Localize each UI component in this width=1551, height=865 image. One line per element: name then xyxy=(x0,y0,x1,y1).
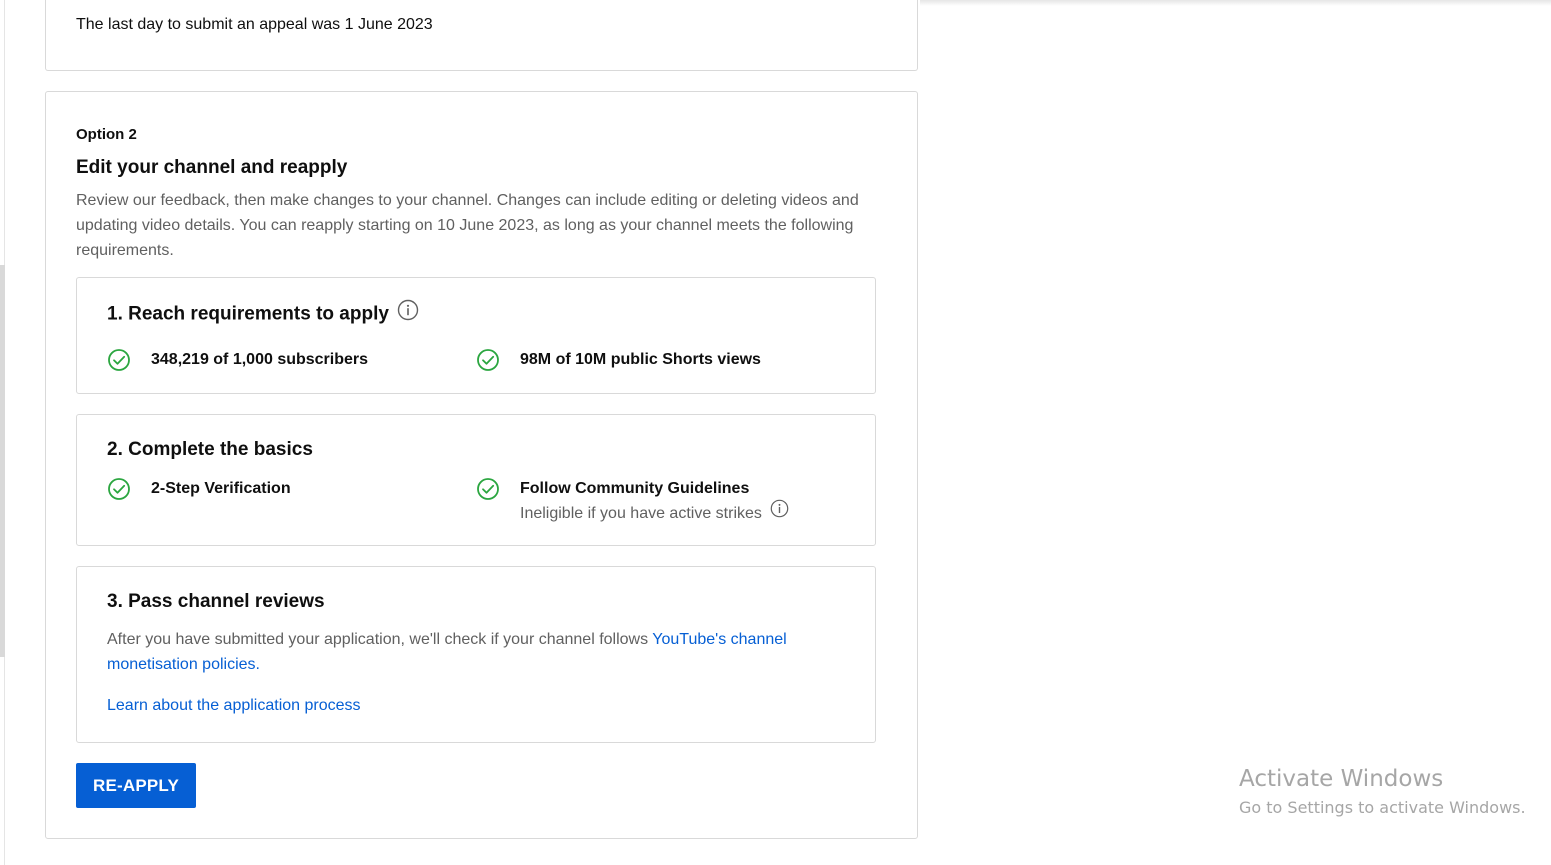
header-shadow xyxy=(920,0,1551,6)
requirement-item-subtext: Ineligible if you have active strikes xyxy=(520,499,789,526)
option-2-card: Option 2 Edit your channel and reapply R… xyxy=(45,91,918,839)
info-icon[interactable] xyxy=(770,499,789,526)
watermark-subtitle: Go to Settings to activate Windows. xyxy=(1239,798,1526,817)
requirement-item-text: 98M of 10M public Shorts views xyxy=(520,351,761,368)
requirement-title-text: 1. Reach requirements to apply xyxy=(107,303,389,325)
requirement-item-shorts-views: 98M of 10M public Shorts views xyxy=(476,348,761,372)
requirement-channel-reviews: 3. Pass channel reviews After you have s… xyxy=(76,566,876,743)
activation-watermark: Activate Windows Go to Settings to activ… xyxy=(1239,764,1526,822)
check-circle-icon xyxy=(477,478,499,500)
option-title: Edit your channel and reapply xyxy=(76,157,348,178)
requirement-title: 3. Pass channel reviews xyxy=(107,591,325,612)
requirement-title: 2. Complete the basics xyxy=(107,439,313,460)
strikes-note: Ineligible if you have active strikes xyxy=(520,505,762,522)
check-circle-icon xyxy=(108,349,130,371)
scrollbar-thumb[interactable] xyxy=(0,265,5,657)
requirement-item-community-guidelines: Follow Community Guidelines Ineligible i… xyxy=(476,477,789,526)
requirement-item-text: 348,219 of 1,000 subscribers xyxy=(151,351,369,368)
appeal-card: The last day to submit an appeal was 1 J… xyxy=(45,0,918,71)
reapply-button[interactable]: RE-APPLY xyxy=(76,763,196,808)
option-label: Option 2 xyxy=(76,126,137,143)
requirement-item-subscribers: 348,219 of 1,000 subscribers xyxy=(107,348,368,372)
watermark-title: Activate Windows xyxy=(1239,766,1444,792)
check-circle-icon xyxy=(108,478,130,500)
option-description: Review our feedback, then make changes t… xyxy=(76,192,859,259)
info-icon[interactable] xyxy=(397,299,419,327)
requirement-item-text: Follow Community Guidelines xyxy=(520,480,750,497)
requirement-basics: 2. Complete the basics 2-Step Verificati… xyxy=(76,414,876,546)
appeal-deadline-text: The last day to submit an appeal was 1 J… xyxy=(76,16,433,33)
review-description-text: After you have submitted your applicatio… xyxy=(107,631,653,648)
requirement-reach: 1. Reach requirements to apply 348,219 o… xyxy=(76,277,876,394)
requirement-item-text: 2-Step Verification xyxy=(151,480,291,497)
requirement-title: 1. Reach requirements to apply xyxy=(107,299,419,327)
application-process-link[interactable]: Learn about the application process xyxy=(107,697,361,715)
check-circle-icon xyxy=(477,349,499,371)
requirement-item-2-step-verification: 2-Step Verification xyxy=(107,477,291,501)
requirement-description: After you have submitted your applicatio… xyxy=(107,627,827,677)
